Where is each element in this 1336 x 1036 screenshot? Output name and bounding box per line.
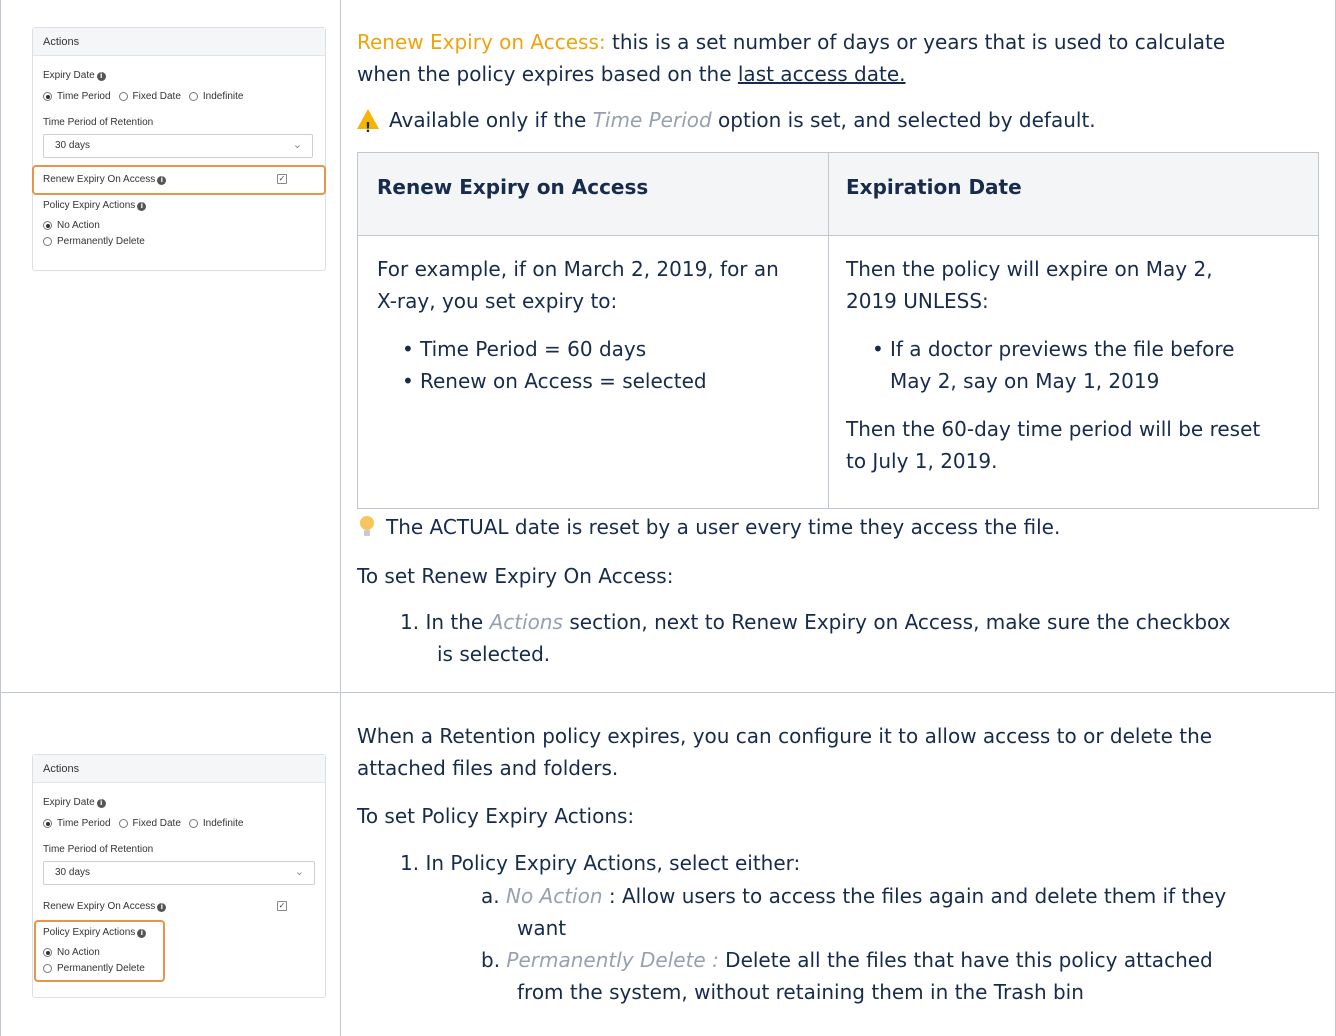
table-column-divider: [340, 0, 341, 1036]
policy-step1: 1. In Policy Expiry Actions, select eith…: [400, 851, 801, 875]
lightbulb-icon: [360, 516, 374, 538]
list-item: Renew on Access = selected: [402, 365, 707, 397]
table-left-border: [0, 0, 1, 1036]
retention-select[interactable]: 30 days ⌄: [43, 134, 313, 158]
highlight-policy-expiry-actions: [34, 920, 165, 982]
list-item-continued: May 2, say on May 1, 2019: [890, 369, 1160, 393]
warning-note: Available only if the Time Period option…: [357, 104, 1096, 145]
actions-panel-1: Actions Expiry Date i Time Period Fixed D…: [32, 27, 326, 271]
example-table-column-divider: [828, 153, 829, 508]
policy-steps-heading: To set Policy Expiry Actions:: [357, 804, 635, 828]
example-table: Renew Expiry on Access Expiration Date F…: [357, 152, 1319, 509]
renew-step1-line2: is selected.: [437, 642, 551, 666]
last-access-date-link[interactable]: last access date.: [738, 62, 906, 86]
info-icon: i: [96, 799, 106, 808]
highlight-renew-expiry: [32, 165, 326, 195]
expiration-line3: Then the 60-day time period will be rese…: [846, 417, 1261, 441]
radio-time-period[interactable]: [43, 819, 52, 828]
renew-expiry-checkbox[interactable]: ✓: [277, 901, 287, 911]
expiry-date-label: Expiry Date i: [43, 797, 106, 808]
column-header-renew: Renew Expiry on Access: [377, 175, 649, 199]
renew-expiry-intro-line1: Renew Expiry on Access: this is a set nu…: [357, 30, 1226, 54]
expiry-date-radio-group: Time Period Fixed Date Indefinite: [43, 91, 244, 102]
radio-indefinite[interactable]: [188, 92, 198, 101]
retention-label: Time Period of Retention: [43, 844, 154, 855]
info-icon: i: [157, 903, 167, 912]
retention-select[interactable]: 30 days ⌄: [43, 861, 315, 885]
example-line1: For example, if on March 2, 2019, for an: [377, 257, 779, 281]
expiry-date-label: Expiry Date i: [43, 70, 106, 81]
example-table-header-divider: [358, 235, 1318, 236]
example-line2: X-ray, you set expiry to:: [377, 289, 618, 313]
column-header-expiration: Expiration Date: [846, 175, 1022, 199]
expiration-line1: Then the policy will expire on May 2,: [846, 257, 1213, 281]
info-icon: i: [137, 202, 147, 211]
renew-step1-line1: 1. In the Actions section, next to Renew…: [400, 610, 1231, 634]
policy-expiry-actions-label: Policy Expiry Actions i: [43, 200, 147, 211]
policy-intro-line2: attached files and folders.: [357, 756, 619, 780]
policy-sub-a-line1: a. No Action : Allow users to access the…: [481, 884, 1227, 908]
policy-sub-b-line2: from the system, without retaining them …: [517, 980, 1084, 1004]
expiration-line4: to July 1, 2019.: [846, 449, 998, 473]
expiration-line2: 2019 UNLESS:: [846, 289, 989, 313]
radio-fixed-date[interactable]: [118, 819, 128, 828]
radio-no-action-row: No Action: [43, 220, 100, 231]
expiry-date-radio-group: Time Period Fixed Date Indefinite: [43, 818, 244, 829]
panel-header: Actions: [33, 755, 325, 783]
radio-permanently-delete-row: Permanently Delete: [43, 236, 145, 247]
tip-note: The ACTUAL date is reset by a user every…: [360, 511, 1060, 543]
radio-permanently-delete[interactable]: [43, 237, 52, 246]
table-row-divider: [0, 692, 1336, 693]
chevron-down-icon: ⌄: [292, 139, 302, 151]
panel-header: Actions: [33, 28, 325, 56]
radio-no-action[interactable]: [43, 221, 52, 230]
chevron-down-icon: ⌄: [294, 866, 304, 878]
renew-expiry-intro-line2: when the policy expires based on the las…: [357, 62, 906, 86]
policy-sub-b-line1: b. Permanently Delete : Delete all the f…: [481, 948, 1213, 972]
radio-indefinite[interactable]: [188, 819, 198, 828]
renew-steps-heading: To set Renew Expiry On Access:: [357, 564, 674, 588]
radio-time-period[interactable]: [43, 92, 52, 101]
renew-expiry-label: Renew Expiry On Access i: [43, 901, 167, 912]
list-item: If a doctor previews the file before: [872, 333, 1235, 365]
info-icon: i: [96, 72, 106, 81]
retention-label: Time Period of Retention: [43, 117, 154, 128]
warning-icon: [357, 109, 379, 145]
list-item: Time Period = 60 days: [402, 333, 646, 365]
policy-sub-a-line2: want: [517, 916, 567, 940]
radio-fixed-date[interactable]: [118, 92, 128, 101]
policy-intro-line1: When a Retention policy expires, you can…: [357, 724, 1213, 748]
